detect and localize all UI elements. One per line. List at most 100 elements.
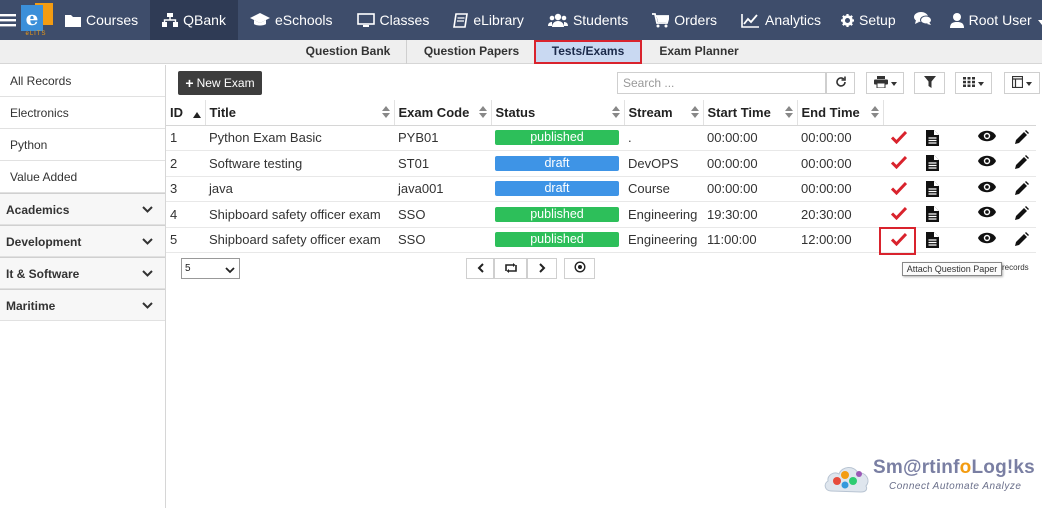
column-header-label: Start Time [707,104,771,120]
tab-tests-exams[interactable]: Tests/Exams [534,40,642,64]
column-header-start-time[interactable]: Start Time [703,100,798,126]
document-icon[interactable] [926,129,939,146]
nav-setup[interactable]: Setup [833,0,904,40]
column-header-label: Exam Code [398,104,470,120]
tab-question-bank[interactable]: Question Bank [290,40,407,64]
cell-exam-code: ST01 [394,150,491,177]
sidebar-item-value-added[interactable]: Value Added [0,161,165,193]
brand-tagline: Connect Automate Analyze [889,481,1022,492]
eye-icon[interactable] [978,232,996,244]
attach-question-paper-check-icon[interactable] [891,206,907,220]
status-badge: published [495,232,619,248]
target-button[interactable] [564,258,595,279]
next-page-button[interactable] [527,258,557,279]
page-size-value: 5 [185,263,191,274]
attach-question-paper-check-icon[interactable] [891,155,907,169]
cell-end-time: 20:30:00 [797,201,883,228]
nav-classes[interactable]: Classes [345,0,442,40]
document-icon[interactable] [926,155,939,171]
columns-button[interactable] [1004,72,1040,94]
search-input[interactable]: Search ... [617,72,826,94]
nav-classes-label: Classes [379,12,430,28]
user-menu[interactable]: Root User [942,0,1042,40]
filter-button[interactable] [914,72,945,94]
cell-exam-code: PYB01 [394,125,491,151]
print-export-button[interactable] [866,72,904,94]
pencil-edit-icon[interactable] [1015,180,1029,195]
table-row[interactable]: 3 java java001 draft Course 00:00:00 00:… [166,176,1036,202]
sidebar-item-python[interactable]: Python [0,129,165,161]
document-icon[interactable] [926,231,939,248]
sidebar-group-label: Maritime [6,299,56,313]
cell-title: java [205,176,394,202]
app-logo[interactable]: e eLITS [16,0,53,40]
sidebar-item-electronics[interactable]: Electronics [0,97,165,129]
caret-down-icon [890,77,897,89]
cell-end-time: 00:00:00 [797,176,883,202]
nav-eschools[interactable]: eSchools [238,0,345,40]
sidebar-group-academics[interactable]: Academics [0,193,165,225]
eye-icon[interactable] [978,206,996,218]
comments-icon [913,11,932,29]
eye-icon[interactable] [978,181,996,193]
cell-exam-code: java001 [394,176,491,202]
cell-start-time: 00:00:00 [703,176,797,202]
attach-question-paper-check-icon[interactable] [891,130,907,144]
sidebar-group-maritime[interactable]: Maritime [0,289,165,321]
attach-question-paper-check-icon[interactable] [891,181,907,195]
cell-exam-code: SSO [394,227,491,253]
new-exam-button[interactable]: + New Exam [178,71,262,95]
nav-students-label: Students [572,12,629,28]
cart-icon [652,12,670,28]
nav-orders[interactable]: Orders [640,0,729,40]
nav-elibrary[interactable]: eLibrary [441,0,536,40]
chat-button[interactable] [904,0,942,40]
column-header-end-time[interactable]: End Time [797,100,884,126]
cell-start-time: 00:00:00 [703,125,797,151]
column-header-stream[interactable]: Stream [624,100,704,126]
reload-page-button[interactable] [494,258,527,279]
qbank-subtabs: Question Bank Question Papers Tests/Exam… [0,40,1042,64]
cell-status: draft [491,176,624,202]
table-row[interactable]: 4 Shipboard safety officer exam SSO publ… [166,201,1036,228]
pencil-edit-icon[interactable] [1015,206,1029,220]
column-header-exam-code[interactable]: Exam Code [394,100,492,126]
pencil-edit-icon[interactable] [1015,129,1029,144]
table-row[interactable]: 2 Software testing ST01 draft DevOPS 00:… [166,150,1036,177]
sidebar-item-all-records[interactable]: All Records [0,65,165,97]
nav-eschools-label: eSchools [274,12,333,28]
brand-name-o: o [959,457,972,478]
nav-courses[interactable]: Courses [53,0,150,40]
eye-icon[interactable] [978,130,996,142]
nav-qbank[interactable]: QBank [150,0,238,40]
previous-page-button[interactable] [466,258,494,279]
users-icon [547,13,568,28]
tab-exam-planner[interactable]: Exam Planner [645,40,753,64]
column-header-status[interactable]: Status [491,100,625,126]
dot-circle-icon [573,261,586,276]
nav-students[interactable]: Students [536,0,640,40]
graduation-cap-icon [249,13,270,27]
grid-view-button[interactable] [955,72,992,94]
sidebar-group-development[interactable]: Development [0,225,165,257]
chevron-down-icon [142,258,153,290]
refresh-button[interactable] [826,72,855,94]
records-count-text: records [1002,263,1029,272]
nav-analytics[interactable]: Analytics [729,0,833,40]
sidebar-group-it-software[interactable]: It & Software [0,257,165,289]
column-header-label: End Time [801,104,860,120]
cell-end-time: 12:00:00 [797,227,883,253]
pencil-edit-icon[interactable] [1015,155,1029,169]
book-icon [453,12,469,28]
eye-icon[interactable] [978,155,996,167]
tab-question-papers[interactable]: Question Papers [410,40,533,64]
document-icon[interactable] [926,180,939,197]
document-icon[interactable] [926,206,939,222]
hamburger-menu-icon[interactable] [0,0,16,40]
cell-id: 4 [166,201,205,228]
table-row[interactable]: 1 Python Exam Basic PYB01 published . 00… [166,125,1036,151]
pencil-edit-icon[interactable] [1015,231,1029,246]
column-header-id[interactable]: ID [166,100,206,126]
page-size-select[interactable]: 5 [181,258,240,279]
column-header-title[interactable]: Title [205,100,395,126]
